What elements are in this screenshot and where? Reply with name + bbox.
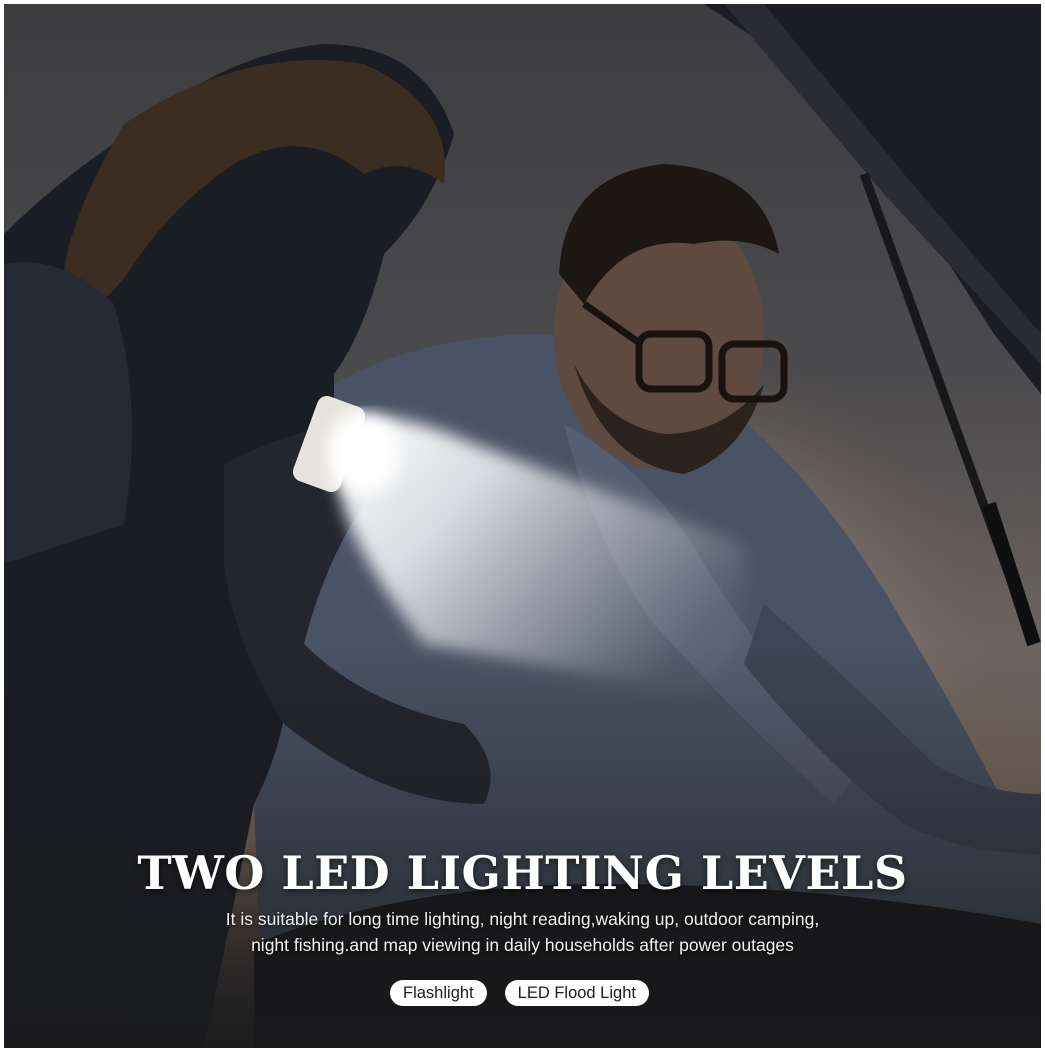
mode-pill-flood-light: LED Flood Light: [504, 980, 649, 1006]
lighting-modes: Flashlight LED Flood Light: [4, 980, 1041, 1006]
product-image-frame: TWO LED LIGHTING LEVELS It is suitable f…: [4, 4, 1041, 1048]
headline: TWO LED LIGHTING LEVELS: [137, 846, 908, 900]
description-text: It is suitable for long time lighting, n…: [4, 906, 1041, 958]
description-line-1: It is suitable for long time lighting, n…: [225, 909, 820, 929]
mode-pill-flashlight: Flashlight: [390, 980, 487, 1006]
description-line-2: night fishing.and map viewing in daily h…: [251, 935, 794, 955]
